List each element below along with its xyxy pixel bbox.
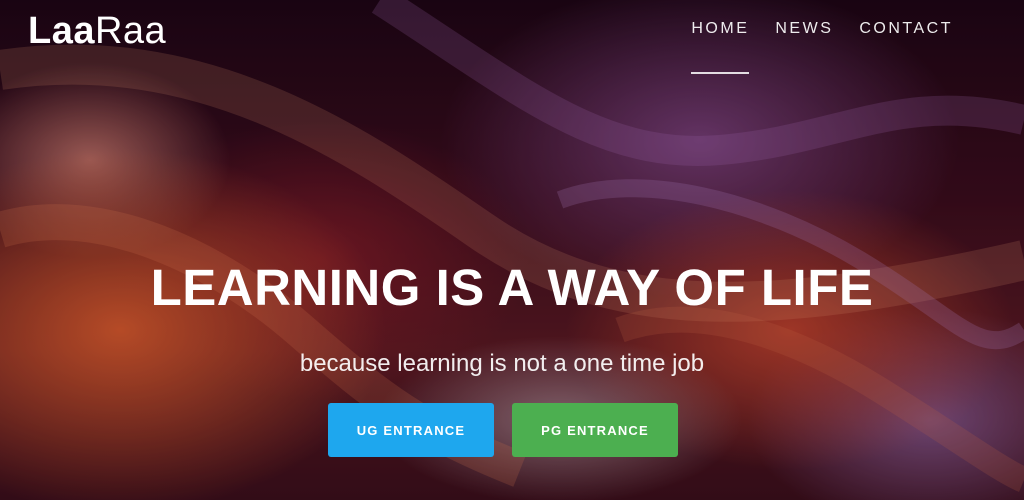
- nav-item-news[interactable]: NEWS: [762, 18, 846, 40]
- site-logo[interactable]: LaaRaa: [28, 10, 166, 53]
- hero-headline: LEARNING IS A WAY OF LIFE: [150, 259, 874, 316]
- logo-light-text: Raa: [94, 10, 167, 52]
- nav-item-contact[interactable]: CONTACT: [846, 18, 966, 40]
- pg-entrance-button[interactable]: PG ENTRANCE: [512, 403, 678, 457]
- hero-subheadline: because learning is not a one time job: [299, 350, 705, 377]
- logo-bold-text: Laa: [28, 10, 95, 52]
- main-nav: HOME NEWS CONTACT: [678, 18, 966, 74]
- ug-entrance-button[interactable]: UG ENTRANCE: [328, 403, 494, 457]
- nav-item-home[interactable]: HOME: [678, 18, 762, 74]
- hero-section: LaaRaa HOME NEWS CONTACT LEARNING IS A W…: [0, 0, 1024, 500]
